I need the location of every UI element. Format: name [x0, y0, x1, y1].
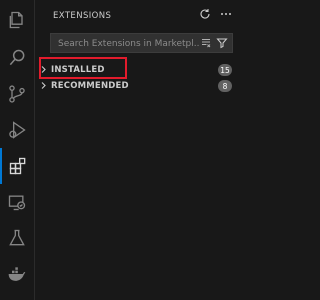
extensions-sidebar: EXTENSIONS INSTALLED 15 R	[35, 0, 240, 300]
remote-explorer-button[interactable]	[0, 184, 34, 220]
explorer-button[interactable]	[0, 2, 34, 38]
sidebar-title: EXTENSIONS	[53, 11, 112, 21]
testing-icon	[9, 229, 25, 246]
search-icon	[9, 49, 25, 66]
section-installed-label: INSTALLED	[51, 65, 105, 75]
recommended-count-badge: 8	[218, 80, 232, 92]
testing-button[interactable]	[0, 220, 34, 256]
chevron-right-icon	[41, 66, 46, 73]
source-control-icon	[9, 85, 25, 103]
run-debug-button[interactable]	[0, 112, 34, 148]
section-recommended-label: RECOMMENDED	[51, 81, 129, 91]
activity-bar	[0, 0, 35, 300]
docker-button[interactable]	[0, 256, 34, 292]
explorer-icon	[9, 11, 23, 29]
section-installed[interactable]: INSTALLED 15	[35, 62, 240, 78]
refresh-icon	[200, 9, 210, 19]
docker-icon	[8, 267, 26, 281]
search-box	[50, 33, 233, 53]
ellipsis-icon	[221, 13, 231, 15]
title-actions	[199, 8, 232, 20]
refresh-button[interactable]	[199, 8, 211, 20]
more-actions-button[interactable]	[220, 8, 232, 20]
chevron-right-icon	[41, 82, 46, 89]
search-button[interactable]	[0, 40, 34, 76]
clear-filter-icon[interactable]	[200, 37, 212, 49]
installed-count-badge: 15	[218, 64, 232, 76]
extensions-button[interactable]	[0, 148, 34, 184]
extensions-icon	[9, 157, 26, 175]
section-recommended[interactable]: RECOMMENDED 8	[35, 78, 240, 94]
source-control-button[interactable]	[0, 76, 34, 112]
filter-icon[interactable]	[216, 37, 228, 49]
run-debug-icon	[9, 121, 26, 139]
search-extensions-input[interactable]	[56, 36, 202, 52]
remote-explorer-icon	[8, 195, 26, 211]
